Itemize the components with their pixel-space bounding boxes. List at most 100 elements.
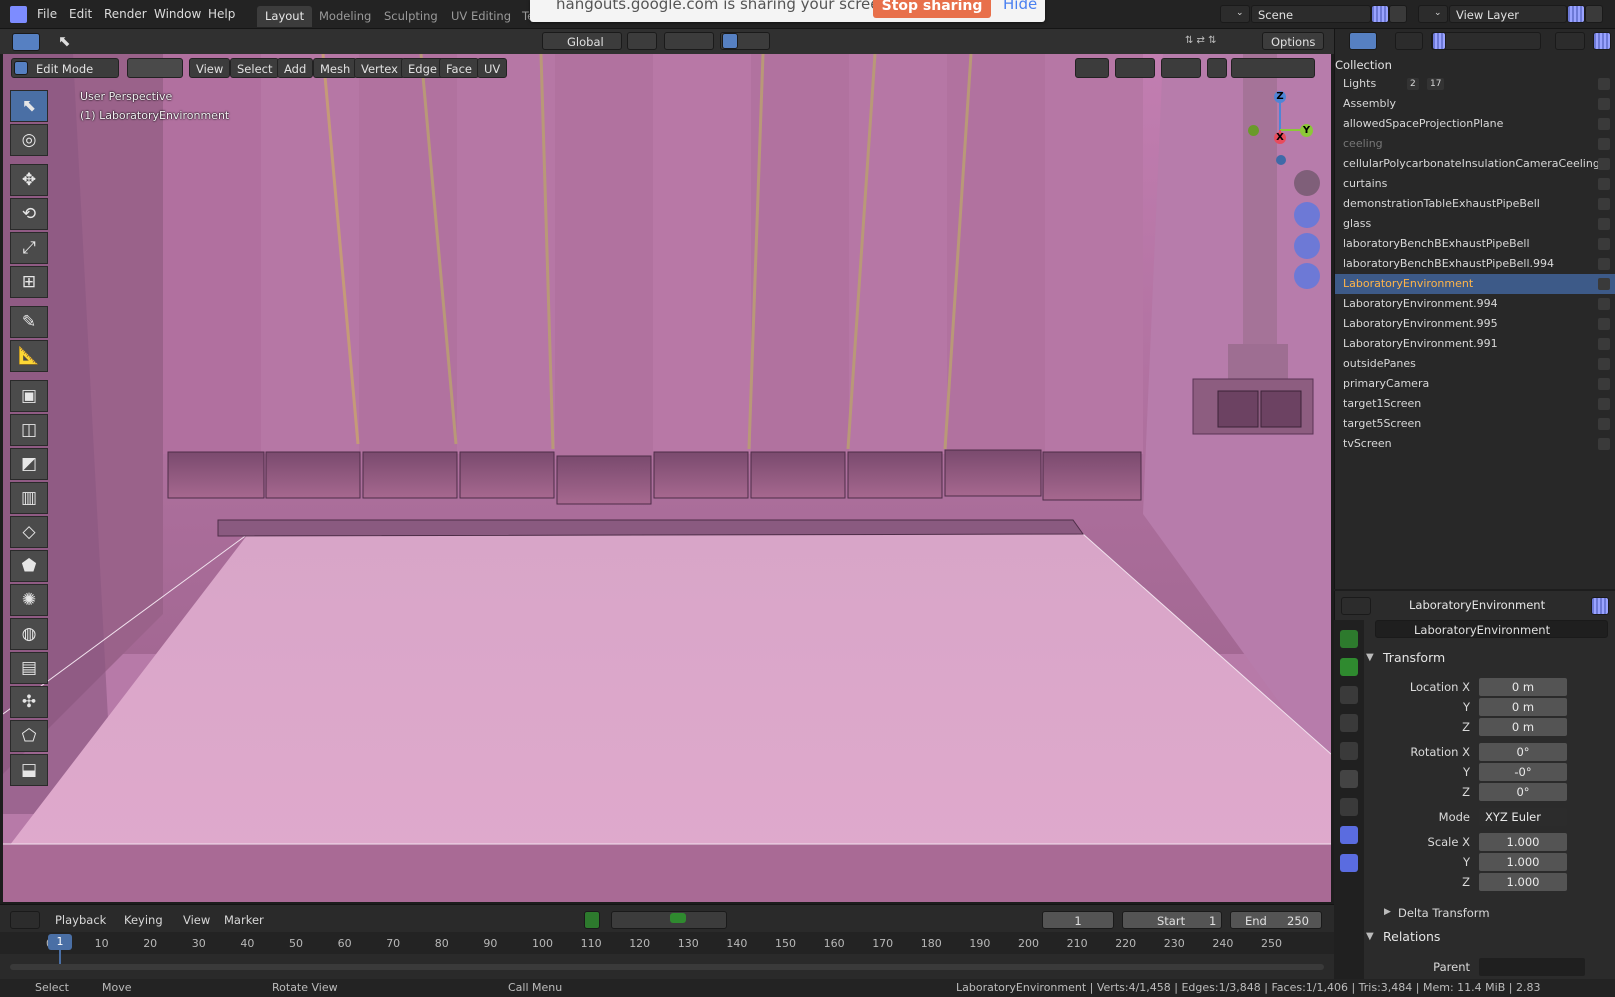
gizmo-z-axis[interactable]: Z — [1274, 91, 1286, 103]
gizmo-toggle[interactable] — [1115, 58, 1155, 78]
shading-mode-buttons[interactable] — [1231, 58, 1315, 78]
visibility-eye-icon[interactable] — [1598, 78, 1610, 90]
visibility-eye-icon[interactable] — [1598, 218, 1610, 230]
pivot-point-dropdown[interactable] — [627, 32, 657, 50]
delete-view-layer-icon[interactable] — [1585, 5, 1603, 23]
visibility-eye-icon[interactable] — [1598, 258, 1610, 270]
timeline-menu-keying[interactable]: Keying — [124, 913, 163, 927]
object-data-tab-icon[interactable] — [1340, 770, 1358, 788]
viewport-menu-add[interactable]: Add — [277, 58, 314, 78]
new-view-layer-icon[interactable] — [1567, 5, 1585, 23]
mirror-axis-icons[interactable]: ⇅ ⇄ ⇅ — [1160, 33, 1220, 51]
visibility-eye-icon[interactable] — [1598, 138, 1610, 150]
select-box-tool-icon[interactable]: ⬉ — [10, 90, 48, 122]
gizmo-neg-y[interactable] — [1248, 125, 1259, 136]
select-cursor-icon[interactable]: ⬉ — [58, 32, 71, 50]
shrink-fatten-tool-icon[interactable]: ✣ — [10, 686, 48, 718]
outliner-item[interactable]: outsidePanes — [1335, 354, 1615, 374]
visibility-eye-icon[interactable] — [1598, 398, 1610, 410]
timeline-scrollbar[interactable] — [10, 964, 1324, 970]
rotation-x-field[interactable]: 0° — [1479, 743, 1567, 761]
viewport-menu-select[interactable]: Select — [230, 58, 280, 78]
start-frame-field[interactable]: Start 1 — [1122, 911, 1222, 929]
bevel-tool-icon[interactable]: ◩ — [10, 448, 48, 480]
visibility-eye-icon[interactable] — [1598, 418, 1610, 430]
scene-browse-button[interactable]: ⌄ — [1220, 5, 1250, 23]
texture-tab-icon[interactable] — [1340, 826, 1358, 844]
move-tool-icon[interactable]: ✥ — [10, 164, 48, 196]
outliner-item[interactable]: tvScreen — [1335, 434, 1615, 454]
outliner-item[interactable]: ceeling — [1335, 134, 1615, 154]
options-dropdown[interactable]: Options — [1262, 32, 1324, 50]
hide-banner-link[interactable]: Hide — [1003, 0, 1037, 13]
world-tab-icon[interactable] — [1340, 854, 1358, 872]
viewport-menu-view[interactable]: View — [189, 58, 231, 78]
object-name-field[interactable]: LaboratoryEnvironment — [1375, 620, 1608, 638]
expand-arrow-icon[interactable]: ▼ — [1366, 652, 1374, 663]
knife-tool-icon[interactable]: ◇ — [10, 516, 48, 548]
outliner-item[interactable]: cellularPolycarbonateInsulationCameraCee… — [1335, 154, 1615, 174]
xray-toggle[interactable] — [1207, 58, 1227, 78]
rotation-y-field[interactable]: -0° — [1479, 763, 1567, 781]
visibility-eye-icon[interactable] — [1598, 178, 1610, 190]
location-x-field[interactable]: 0 m — [1479, 678, 1567, 696]
constraints-tab-icon[interactable] — [1340, 742, 1358, 760]
outliner-item[interactable]: Assembly — [1335, 94, 1615, 114]
delta-transform-header[interactable]: Delta Transform — [1398, 906, 1490, 920]
location-y-field[interactable]: 0 m — [1479, 698, 1567, 716]
transform-tool-icon[interactable]: ⊞ — [10, 266, 48, 298]
visibility-eye-icon[interactable] — [1598, 158, 1610, 170]
rotate-tool-icon[interactable]: ⟲ — [10, 198, 48, 230]
outliner-search-input[interactable] — [1431, 32, 1541, 50]
select-mode-toggles[interactable] — [127, 58, 183, 78]
viewport-menu-vertex[interactable]: Vertex — [354, 58, 405, 78]
measure-tool-icon[interactable]: 📐 — [10, 340, 48, 372]
spin-tool-icon[interactable]: ✺ — [10, 584, 48, 616]
visibility-eye-icon[interactable] — [1598, 438, 1610, 450]
timeline-menu-view[interactable]: View — [183, 913, 210, 927]
current-frame-field[interactable]: 1 — [1042, 911, 1114, 929]
poly-build-tool-icon[interactable]: ⬟ — [10, 550, 48, 582]
outliner-editor-type-icon[interactable] — [1349, 32, 1377, 50]
rip-region-tool-icon[interactable]: ⬓ — [10, 754, 48, 786]
outliner-item[interactable]: LaboratoryEnvironment.991 — [1335, 334, 1615, 354]
transform-section-header[interactable]: Transform — [1383, 650, 1445, 665]
playhead[interactable]: 1 — [48, 934, 72, 950]
menu-file[interactable]: File — [37, 7, 57, 21]
end-frame-field[interactable]: End 250 — [1230, 911, 1322, 929]
navigation-gizmo[interactable]: Z Y X — [1238, 90, 1313, 170]
outliner-item[interactable]: glass — [1335, 214, 1615, 234]
visibility-eye-icon[interactable] — [1598, 198, 1610, 210]
stop-sharing-button[interactable]: Stop sharing — [873, 0, 991, 18]
outliner-item[interactable]: primaryCamera — [1335, 374, 1615, 394]
inset-tool-icon[interactable]: ◫ — [10, 414, 48, 446]
outliner-item[interactable]: Lights 2 17 — [1335, 74, 1615, 94]
view-layer-browse-button[interactable]: ⌄ — [1418, 5, 1448, 23]
rotation-z-field[interactable]: 0° — [1479, 783, 1567, 801]
timeline-menu-playback[interactable]: Playback — [55, 913, 106, 927]
filter-dropdown[interactable] — [1555, 32, 1585, 50]
outliner-item[interactable]: laboratoryBenchBExhaustPipeBell — [1335, 234, 1615, 254]
new-scene-icon[interactable] — [1371, 5, 1389, 23]
visibility-eye-icon[interactable] — [1598, 318, 1610, 330]
collapse-arrow-icon[interactable]: ▶ — [1384, 907, 1391, 917]
zoom-icon[interactable] — [1294, 170, 1320, 196]
visibility-eye-icon[interactable] — [1598, 298, 1610, 310]
gizmo-x-axis[interactable]: X — [1274, 132, 1286, 144]
visibility-eye-icon[interactable] — [1598, 98, 1610, 110]
delete-scene-icon[interactable] — [1389, 5, 1407, 23]
loop-cut-tool-icon[interactable]: ▥ — [10, 482, 48, 514]
overlay-toggle[interactable] — [1161, 58, 1201, 78]
properties-editor-type-icon[interactable] — [1341, 597, 1371, 615]
object-properties-tab-icon[interactable] — [1340, 630, 1358, 648]
expand-arrow-icon[interactable]: ▼ — [1366, 931, 1374, 942]
material-tab-icon[interactable] — [1340, 798, 1358, 816]
tab-layout[interactable]: Layout — [257, 6, 313, 27]
viewport-menu-uv[interactable]: UV — [477, 58, 508, 78]
menu-render[interactable]: Render — [104, 7, 147, 21]
new-collection-icon[interactable] — [1593, 32, 1611, 50]
visibility-eye-icon[interactable] — [1598, 238, 1610, 250]
shear-tool-icon[interactable]: ⬠ — [10, 720, 48, 752]
menu-help[interactable]: Help — [208, 7, 235, 21]
particles-tab-icon[interactable] — [1340, 686, 1358, 704]
